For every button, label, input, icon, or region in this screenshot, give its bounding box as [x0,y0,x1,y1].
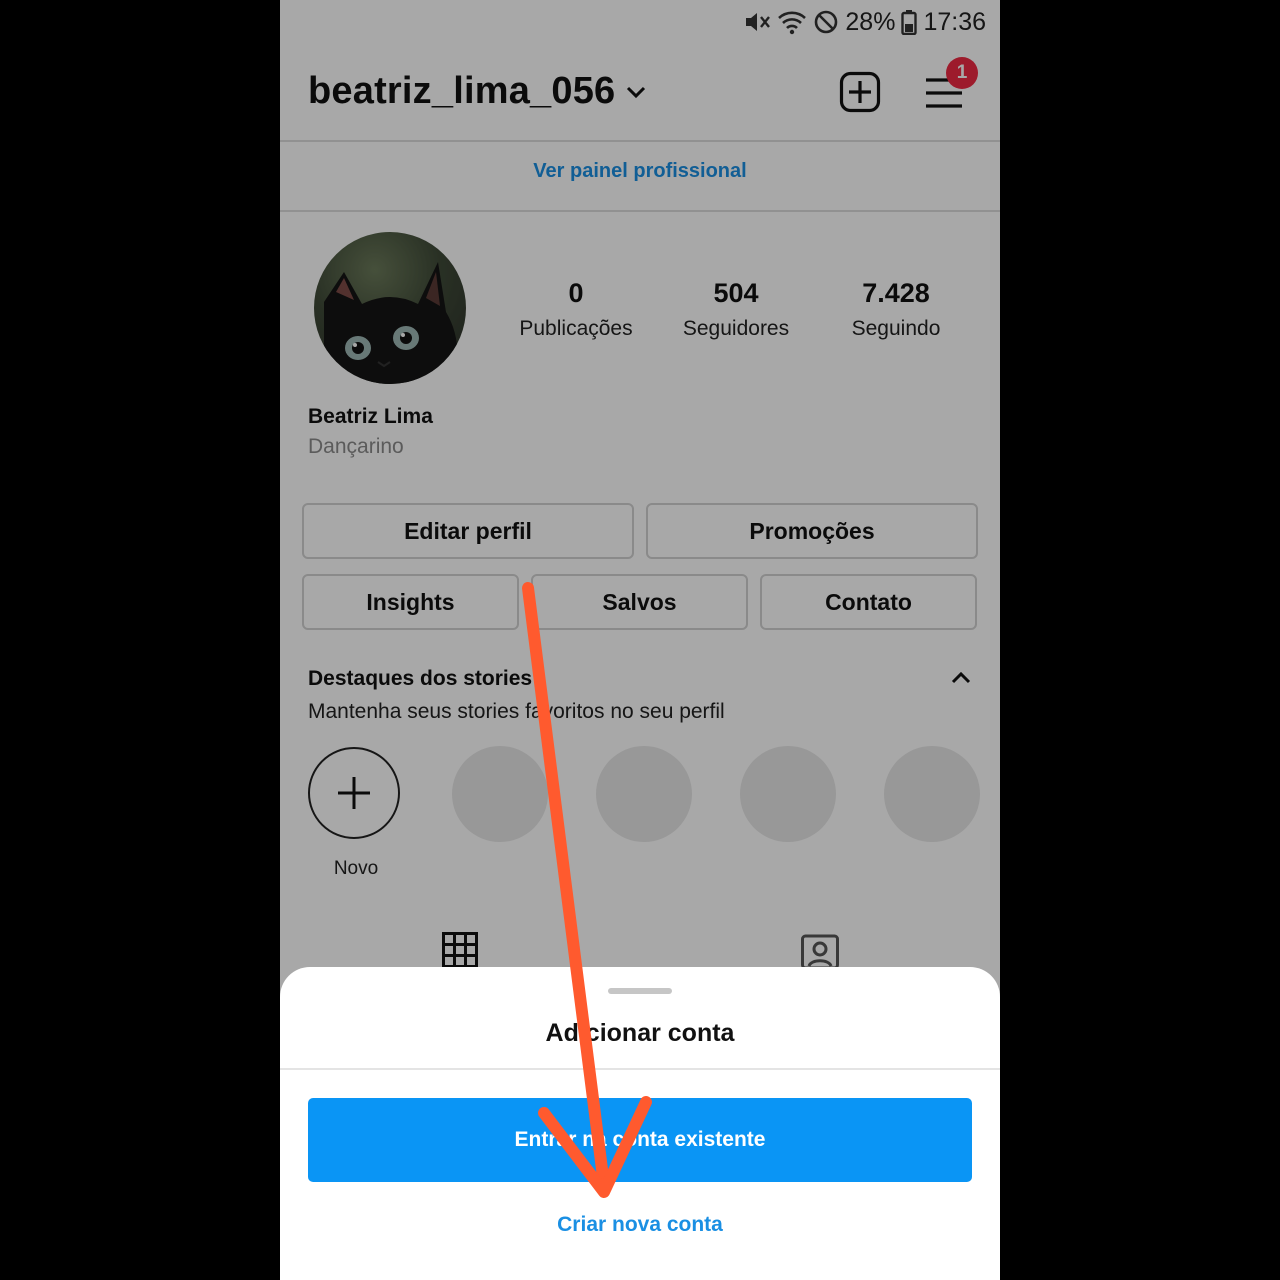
create-new-account-link[interactable]: Criar nova conta [280,1213,1000,1237]
sheet-title: Adicionar conta [545,1019,735,1047]
login-existing-account-button[interactable]: Entrar na conta existente [308,1098,972,1182]
add-account-sheet: Adicionar conta Entrar na conta existent… [280,967,1000,1280]
phone-screen: 28% 17:36 beatriz_lima_056 1 Ver painel … [280,0,1000,1280]
sheet-divider [280,1068,1000,1070]
sheet-drag-handle[interactable] [608,988,672,994]
